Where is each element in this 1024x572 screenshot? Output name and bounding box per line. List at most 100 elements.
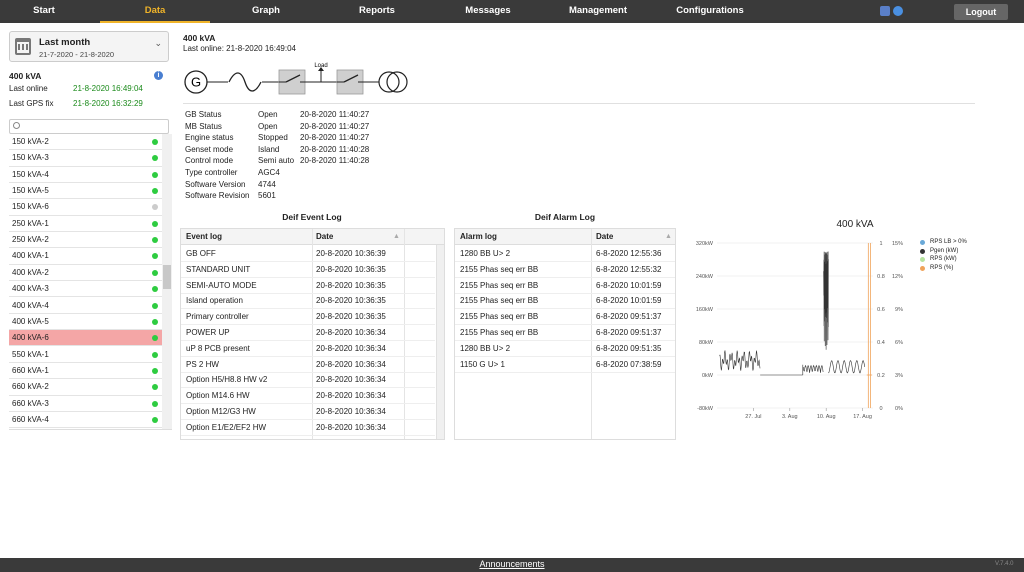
nav-graph[interactable]: Graph [236,0,296,23]
alarm-date: 6-8-2020 09:51:37 [596,328,662,337]
alarm-log-row[interactable]: 2155 Phas seq err BB 6-8-2020 12:55:32 [455,262,675,278]
alarm-log-row[interactable]: 2155 Phas seq err BB 6-8-2020 09:51:37 [455,309,675,326]
device-list-item[interactable]: 150 kVA-6 [9,199,162,216]
power-chart: 320kW 1 15% 240kW 0.8 12% 160kW 0.6 9% 80kW 0.4 6% 0… [696,241,903,420]
device-list-item[interactable]: 150 kVA-4 [9,167,162,183]
device-list-item[interactable]: 550 kVA-1 [9,347,162,363]
event-date: 20-8-2020 10:36:34 [316,375,386,385]
device-list-item[interactable]: 400 kVA-6 [9,330,162,347]
status-dot-icon [152,367,158,374]
event-log-row[interactable]: uP 8 PCB present 20-8-2020 10:36:34 [181,341,435,357]
device-name: 660 kVA-2 [12,382,49,392]
col-alarm-date[interactable]: Date [596,229,613,245]
event-log-row[interactable]: PS 2 HW 20-8-2020 10:36:34 [181,357,435,373]
scrollbar-thumb[interactable] [163,265,171,289]
col-event-date[interactable]: Date [316,229,333,245]
device-name: 400 kVA-2 [12,267,49,277]
alarm-log-row[interactable]: 1280 BB U> 2 6-8-2020 09:51:35 [455,341,675,357]
y-left-tick: 160kW [696,307,714,313]
col-event-log[interactable]: Event log [186,229,222,245]
status-dot-icon [152,155,158,162]
last-gps-label: Last GPS fix [9,99,54,108]
status-dot-icon [152,237,158,244]
device-list-item[interactable]: 400 kVA-1 [9,248,162,265]
alarm-log-row[interactable]: 2155 Phas seq err BB 6-8-2020 10:01:59 [455,278,675,294]
nav-management[interactable]: Management [560,0,636,23]
sort-icon[interactable]: ▲ [393,229,400,245]
nav-start[interactable]: Start [14,0,74,23]
device-name: 660 kVA-1 [12,365,49,375]
single-line-diagram: G Load [184,63,408,95]
col-alarm-log[interactable]: Alarm log [460,229,497,245]
period-range: 21-7-2020 - 21-8-2020 [39,50,115,59]
alarm-log-row[interactable]: 1150 G U> 1 6-8-2020 07:38:59 [455,357,675,373]
device-name: 250 kVA-2 [12,235,49,245]
event-log-row[interactable]: Primary controller 20-8-2020 10:36:35 [181,309,435,326]
event-log-row[interactable]: STANDARD UNIT 20-8-2020 10:36:35 [181,262,435,278]
alarm-log-row[interactable]: 1280 BB U> 2 6-8-2020 12:55:36 [455,246,675,262]
device-list-scrollbar[interactable] [162,134,172,429]
alarm-text: 2155 Phas seq err BB [460,296,539,306]
legend-label: RPS (kW) [930,256,957,262]
event-log-row[interactable]: Option M12/G3 HW 20-8-2020 10:36:34 [181,404,435,420]
nav-data[interactable]: Data [100,0,210,23]
device-name: 660 kVA-3 [12,398,49,408]
event-log-row[interactable]: Island operation 20-8-2020 10:36:35 [181,293,435,310]
status-time: 20-8-2020 11:40:27 [300,133,370,143]
legend-label: RPS (%) [930,264,954,271]
device-list-item[interactable]: 400 kVA-4 [9,298,162,314]
alarm-date: 6-8-2020 09:51:37 [596,312,662,322]
event-log-row[interactable]: Option M14.6 HW 20-8-2020 10:36:34 [181,388,435,405]
device-list-item[interactable]: 400 kVA-3 [9,281,162,298]
series-pgen [823,251,829,350]
nav-messages[interactable]: Messages [452,0,524,23]
event-log-scrollbar[interactable] [436,245,444,439]
device-list-item[interactable]: 400 kVA-2 [9,265,162,282]
device-list-item[interactable]: 150 kVA-3 [9,150,162,167]
nav-configurations[interactable]: Configurations [668,0,752,23]
event-log-row[interactable]: Option H5/H8.8 HW v2 20-8-2020 10:36:34 [181,372,435,389]
alarm-log-row[interactable]: 2155 Phas seq err BB 6-8-2020 10:01:59 [455,293,675,310]
info-icon[interactable]: i [154,71,163,80]
device-list-item[interactable]: 250 kVA-1 [9,216,162,233]
status-value: Stopped [258,133,288,143]
device-list-item[interactable]: 660 kVA-2 [9,379,162,396]
alarm-log-row[interactable]: 2155 Phas seq err BB 6-8-2020 09:51:37 [455,325,675,341]
device-list-item[interactable]: 660 kVA-4 [9,412,162,429]
y-left-tick: 320kW [696,241,714,247]
device-search-input[interactable] [9,119,169,134]
chevron-down-icon: ⌄ [154,38,162,48]
status-dot-icon [152,384,158,391]
event-log-row[interactable]: SEMI-AUTO MODE 20-8-2020 10:36:35 [181,278,435,294]
device-list-item[interactable]: 660 kVA-3 [9,396,162,412]
y-right-tick: 3% [895,373,903,379]
event-log-title: Deif Event Log [282,212,342,222]
alarm-text: 2155 Phas seq err BB [460,280,539,290]
last-gps-value: 21-8-2020 16:32:29 [73,99,143,108]
device-list-item[interactable]: 150 kVA-5 [9,183,162,200]
sort-icon[interactable]: ▲ [665,229,672,245]
status-dot-icon [152,269,158,276]
status-dot-icon [152,253,158,260]
alarm-text: 2155 Phas seq err BB [460,328,539,337]
series-pgen [803,364,824,373]
device-list-item[interactable]: 250 kVA-2 [9,232,162,249]
globe-icon[interactable] [893,6,903,16]
device-list-item[interactable]: 400 kVA-5 [9,314,162,331]
event-log-row[interactable]: GB OFF 20-8-2020 10:36:39 [181,246,435,262]
device-name: 550 kVA-1 [12,349,49,359]
period-selector[interactable]: Last month 21-7-2020 - 21-8-2020 ⌄ [9,31,169,62]
announcements-link[interactable]: Announcements [0,559,1024,569]
y-mid-tick: 0 [879,406,882,412]
device-name: 400 kVA-4 [12,300,49,310]
nav-reports[interactable]: Reports [342,0,412,23]
status-label: Engine status [185,133,234,143]
event-text: PS 2 HW [186,359,219,369]
device-list-item[interactable]: 150 kVA-2 [9,134,162,151]
flag-icon[interactable] [880,6,890,16]
logout-button[interactable]: Logout [954,4,1008,20]
event-log-row[interactable]: Option E1/E2/EF2 HW 20-8-2020 10:36:34 [181,420,435,436]
alarm-text: 1150 G U> 1 [460,359,505,369]
device-list-item[interactable]: 660 kVA-1 [9,363,162,380]
event-log-row[interactable]: POWER UP 20-8-2020 10:36:34 [181,325,435,341]
